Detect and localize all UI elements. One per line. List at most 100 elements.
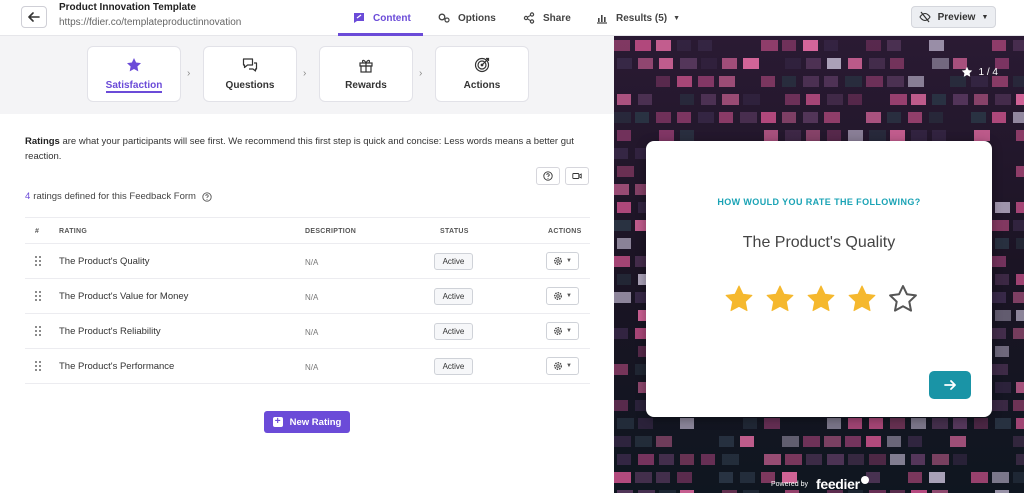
rating-name: The Product's Reliability [59,326,161,337]
step-label: Rewards [345,80,387,91]
drag-handle-icon[interactable] [34,290,42,302]
tab-share[interactable]: Share [523,0,571,36]
editor-panel: Satisfaction › Questions › Rewards › Act… [0,36,614,493]
rating-description: N/A [305,328,319,337]
status-badge[interactable]: Active [434,358,473,375]
ratings-count-text: ratings defined for this Feedback Form [33,191,196,202]
help-button[interactable] [536,167,560,185]
arrow-left-icon [28,12,40,22]
gears-icon [438,13,450,23]
gear-icon [554,327,563,335]
rating-name: The Product's Value for Money [59,291,189,302]
rating-description: N/A [305,258,319,267]
edit-chat-icon [354,13,364,23]
chevron-right-icon: › [187,68,191,79]
status-badge[interactable]: Active [434,288,473,305]
project-title: Product Innovation Template [59,2,197,13]
video-button[interactable] [565,167,589,185]
step-rewards[interactable]: Rewards [319,46,413,102]
table-header: # RATING DESCRIPTION STATUS ACTIONS [25,217,590,244]
chevron-down-icon: ▼ [566,258,572,264]
logo-dot [860,476,869,484]
status-badge[interactable]: Active [434,253,473,270]
share-icon [523,12,535,24]
tab-content-label: Content [373,12,411,24]
column-header-rating: RATING [59,228,88,235]
star-icon [961,66,972,77]
table-row: The Product's Value for Money N/A Active… [25,279,590,314]
rating-description: N/A [305,293,319,302]
row-actions-button[interactable]: ▼ [546,357,579,375]
arrow-right-icon [944,380,956,390]
question-title: HOW WOULD YOU RATE THE FOLLOWING? [717,197,921,207]
intro-text: Ratings are what your participants will … [25,134,595,164]
rating-name: The Product's Quality [59,256,150,267]
tab-options[interactable]: Options [438,0,496,36]
step-actions[interactable]: Actions [435,46,529,102]
intro-bold: Ratings [25,136,60,147]
table-row: The Product's Performance N/A Active ▼ [25,349,590,384]
table-row: The Product's Reliability N/A Active ▼ [25,314,590,349]
star-filled-icon[interactable] [765,284,795,314]
column-header-description: DESCRIPTION [305,228,357,235]
star-filled-icon[interactable] [806,284,836,314]
drag-handle-icon[interactable] [34,255,42,267]
star-empty-icon[interactable] [888,284,918,314]
rating-item: The Product's Quality [742,234,896,251]
tab-options-label: Options [458,12,496,24]
video-camera-icon [572,173,582,179]
powered-by: Powered by feedier [771,476,869,492]
drag-handle-icon[interactable] [34,325,42,337]
chart-icon [597,15,607,24]
preview-button[interactable]: Preview ▼ [911,6,996,28]
drag-handle-icon[interactable] [34,360,42,372]
chevron-down-icon: ▼ [566,293,572,299]
gear-icon [554,292,563,300]
question-counter: 1 / 4 [961,66,998,78]
rating-name: The Product's Performance [59,361,175,372]
top-bar: Product Innovation Template https://fdie… [0,0,1024,36]
powered-by-text: Powered by [771,480,808,488]
gift-icon [359,59,373,73]
column-header-status: STATUS [440,228,469,235]
rating-description: N/A [305,363,319,372]
star-icon [127,58,141,72]
new-rating-button[interactable]: + New Rating [264,411,350,433]
row-actions-button[interactable]: ▼ [546,252,579,270]
row-actions-button[interactable]: ▼ [546,287,579,305]
question-circle-icon[interactable] [202,191,212,202]
chat-bubbles-icon [242,58,258,72]
star-filled-icon[interactable] [724,284,754,314]
new-rating-label: New Rating [289,416,342,428]
chevron-down-icon: ▼ [566,363,572,369]
step-label: Questions [225,80,275,91]
table-row: The Product's Quality N/A Active ▼ [25,244,590,279]
step-questions[interactable]: Questions [203,46,297,102]
step-label: Actions [463,80,501,91]
row-actions-button[interactable]: ▼ [546,322,579,340]
chevron-down-icon: ▼ [981,13,989,21]
rating-card: HOW WOULD YOU RATE THE FOLLOWING? The Pr… [646,141,992,417]
ratings-table: # RATING DESCRIPTION STATUS ACTIONS The … [25,217,590,384]
chevron-down-icon: ▼ [566,328,572,334]
project-url[interactable]: https://fdier.co/templateproductinnovati… [59,17,241,28]
gear-icon [554,257,563,265]
tab-results-label: Results (5) [616,12,668,24]
column-header-actions: ACTIONS [548,228,582,235]
question-circle-icon [543,171,553,181]
tab-results[interactable]: Results (5) ▼ [596,0,680,36]
tab-content[interactable]: Content [353,0,411,36]
step-satisfaction[interactable]: Satisfaction [87,46,181,102]
next-button[interactable] [929,371,971,399]
feedier-logo: feedier [815,476,860,492]
back-button[interactable] [21,6,47,28]
star-filled-icon[interactable] [847,284,877,314]
chevron-right-icon: › [419,68,423,79]
status-badge[interactable]: Active [434,323,473,340]
preview-panel: 1 / 4 HOW WOULD YOU RATE THE FOLLOWING? … [614,36,1024,493]
gear-icon [554,362,563,370]
intro-body: are what your participants will see firs… [25,136,574,162]
column-header-index: # [35,228,40,235]
star-rating[interactable] [724,284,929,314]
plus-icon: + [272,417,283,427]
